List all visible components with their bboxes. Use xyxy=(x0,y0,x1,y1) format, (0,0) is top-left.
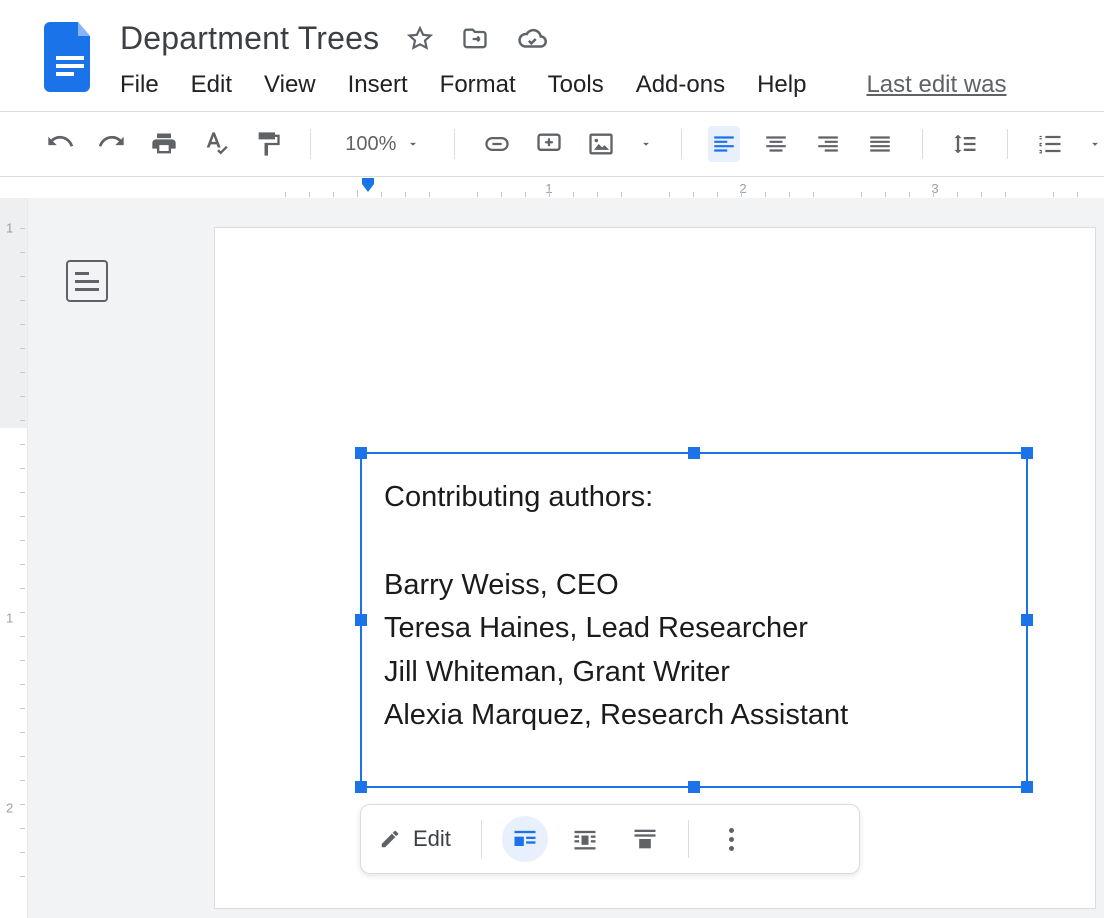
workspace: 1 1 2 Contributing authors: Barry Weiss,… xyxy=(0,198,1104,918)
indent-marker-icon[interactable] xyxy=(359,178,377,196)
ruler-number: 1 xyxy=(6,221,13,236)
resize-handle[interactable] xyxy=(355,781,367,793)
document-title[interactable]: Department Trees xyxy=(120,20,379,57)
app-header: Department Trees File Edit View Insert F… xyxy=(0,0,1104,99)
cloud-status-icon[interactable] xyxy=(517,24,547,54)
ruler-number: 1 xyxy=(6,611,13,626)
menu-edit[interactable]: Edit xyxy=(191,71,232,99)
menu-bar: File Edit View Insert Format Tools Add-o… xyxy=(120,71,1104,99)
menu-insert[interactable]: Insert xyxy=(348,71,408,99)
edit-drawing-button[interactable]: Edit xyxy=(379,826,461,852)
align-right-icon[interactable] xyxy=(812,126,844,162)
edit-label: Edit xyxy=(413,826,451,852)
resize-handle[interactable] xyxy=(1021,781,1033,793)
menu-file[interactable]: File xyxy=(120,71,159,99)
toolbar-separator xyxy=(922,129,923,159)
last-edit-link[interactable]: Last edit was xyxy=(866,71,1006,99)
break-text-icon[interactable] xyxy=(622,816,668,862)
toolbar-separator xyxy=(454,129,455,159)
menu-format[interactable]: Format xyxy=(440,71,516,99)
toolbar-separator xyxy=(310,129,311,159)
zoom-value: 100% xyxy=(345,133,396,156)
align-left-icon[interactable] xyxy=(708,126,740,162)
wrap-text-icon[interactable] xyxy=(562,816,608,862)
star-icon[interactable] xyxy=(407,26,433,52)
menu-view[interactable]: View xyxy=(264,71,316,99)
add-comment-icon[interactable] xyxy=(533,126,565,162)
vertical-ruler[interactable]: 1 1 2 xyxy=(0,198,28,918)
more-options-icon[interactable] xyxy=(709,828,755,851)
ruler-number: 2 xyxy=(6,801,13,816)
insert-image-icon[interactable] xyxy=(585,126,617,162)
document-outline-icon[interactable] xyxy=(66,260,108,302)
numbered-list-icon[interactable] xyxy=(1034,126,1066,162)
move-folder-icon[interactable] xyxy=(461,25,489,53)
insert-link-icon[interactable] xyxy=(481,126,513,162)
redo-icon[interactable] xyxy=(96,126,128,162)
wrap-inline-icon[interactable] xyxy=(502,816,548,862)
zoom-dropdown[interactable]: 100% xyxy=(337,133,428,156)
docs-logo-icon[interactable] xyxy=(44,22,96,92)
drawing-line: Jill Whiteman, Grant Writer xyxy=(384,651,1004,695)
ctx-separator xyxy=(688,820,689,858)
drawing-line: Teresa Haines, Lead Researcher xyxy=(384,607,1004,651)
image-dropdown-icon[interactable] xyxy=(637,126,655,162)
line-spacing-icon[interactable] xyxy=(949,126,981,162)
title-row: Department Trees xyxy=(120,12,1104,57)
drawing-line: Barry Weiss, CEO xyxy=(384,564,1004,608)
menu-tools[interactable]: Tools xyxy=(548,71,604,99)
toolbar: 100% xyxy=(0,112,1104,176)
undo-icon[interactable] xyxy=(44,126,76,162)
paint-format-icon[interactable] xyxy=(252,126,284,162)
spellcheck-icon[interactable] xyxy=(200,126,232,162)
image-context-toolbar: Edit xyxy=(360,804,860,874)
horizontal-ruler[interactable]: 1 2 3 xyxy=(0,176,1104,198)
document-page[interactable]: Contributing authors: Barry Weiss, CEO T… xyxy=(215,228,1095,908)
drawing-content: Contributing authors: Barry Weiss, CEO T… xyxy=(362,454,1026,760)
ctx-separator xyxy=(481,820,482,858)
resize-handle[interactable] xyxy=(688,781,700,793)
toolbar-separator xyxy=(1007,129,1008,159)
menu-help[interactable]: Help xyxy=(757,71,806,99)
align-center-icon[interactable] xyxy=(760,126,792,162)
toolbar-separator xyxy=(681,129,682,159)
list-dropdown-icon[interactable] xyxy=(1086,126,1104,162)
selected-drawing[interactable]: Contributing authors: Barry Weiss, CEO T… xyxy=(360,452,1028,788)
drawing-line: Alexia Marquez, Research Assistant xyxy=(384,694,1004,738)
align-justify-icon[interactable] xyxy=(864,126,896,162)
menu-addons[interactable]: Add-ons xyxy=(636,71,725,99)
drawing-heading: Contributing authors: xyxy=(384,476,1004,520)
print-icon[interactable] xyxy=(148,126,180,162)
